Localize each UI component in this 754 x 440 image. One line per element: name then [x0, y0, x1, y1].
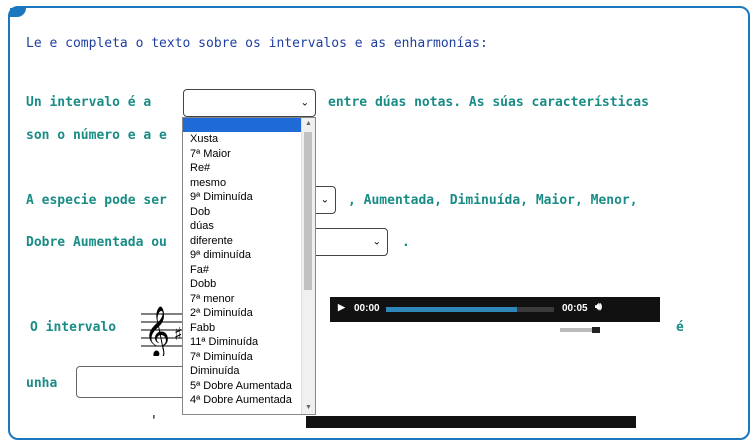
dropdown-option[interactable]: 9ª diminuída	[183, 248, 302, 263]
dropdown-option[interactable]: Re#	[183, 161, 302, 176]
line4-text-after: .	[402, 235, 410, 250]
dropdown-option[interactable]: 9ª Diminuída	[183, 190, 302, 205]
volume-slider-handle[interactable]	[592, 327, 600, 333]
interval-definition-select[interactable]: ⌄	[183, 89, 316, 117]
volume-slider[interactable]	[560, 327, 600, 333]
audio-current-time: 00:00	[354, 303, 380, 314]
chevron-down-icon: ⌄	[320, 194, 329, 206]
play-icon[interactable]: ▶	[338, 302, 345, 313]
dropdown-option-list: Xusta 7ª Maior Re# mesmo 9ª Diminuída Dob dúas…	[183, 118, 302, 408]
line1-text-after: entre dúas notas. As súas característica…	[328, 95, 649, 110]
line3-text-after: , Aumentada, Diminuída, Maior, Menor,	[348, 193, 638, 208]
line1-text-before: Un intervalo é a	[26, 95, 152, 110]
scroll-up-icon[interactable]: ▲	[302, 118, 315, 130]
audio-progress-fill	[386, 307, 518, 312]
dropdown-option[interactable]: Fabb	[183, 321, 302, 336]
instruction-text: Le e completa o texto sobre os intervalo…	[26, 36, 488, 51]
dropdown-option[interactable]: Dobb	[183, 277, 302, 292]
dropdown-option[interactable]: 7ª menor	[183, 292, 302, 307]
dropdown-option[interactable]: Diminuída	[183, 364, 302, 379]
dropdown-option[interactable]: dúas	[183, 219, 302, 234]
dropdown-option[interactable]: Fa#	[183, 263, 302, 278]
dropdown-option[interactable]: 7ª Diminuída	[183, 350, 302, 365]
dropdown-option[interactable]: mesmo	[183, 176, 302, 191]
dropdown-option[interactable]: 4ª Dobre Aumentada	[183, 393, 302, 408]
line5-text-before: O intervalo	[30, 320, 117, 335]
answer-text-input[interactable]	[76, 366, 186, 398]
line4-text-before: Dobre Aumentada ou	[26, 235, 167, 250]
line6-text: unha	[26, 376, 58, 391]
scroll-down-icon[interactable]: ▼	[302, 402, 315, 414]
dropdown-option[interactable]: Dob	[183, 205, 302, 220]
line5-text-after: é	[676, 320, 684, 335]
line2-text: son o número e a e	[26, 128, 167, 143]
dropdown-option[interactable]: diferente	[183, 234, 302, 249]
audio-seek-bar[interactable]	[386, 307, 554, 312]
line3-text-before: A especie pode ser	[26, 193, 167, 208]
audio-player-2[interactable]	[306, 416, 636, 428]
interval-options-dropdown[interactable]: Xusta 7ª Maior Re# mesmo 9ª Diminuída Dob dúas…	[182, 117, 316, 415]
dropdown-option[interactable]: 11ª Diminuída	[183, 335, 302, 350]
chevron-down-icon: ⌄	[372, 236, 381, 248]
line7-fragment: '	[150, 414, 158, 429]
dropdown-option[interactable]	[183, 118, 302, 132]
audio-player[interactable]: ▶ 00:00 00:05 🔊︎	[330, 297, 660, 322]
chevron-down-icon: ⌄	[300, 97, 309, 109]
dropdown-option[interactable]: 2ª Diminuída	[183, 306, 302, 321]
treble-clef-glyph: 𝄞	[144, 306, 170, 356]
audio-duration: 00:05	[562, 303, 588, 314]
dropdown-scrollbar[interactable]: ▲ ▼	[301, 118, 315, 414]
dropdown-option[interactable]: 5ª Dobre Aumentada	[183, 379, 302, 394]
scrollbar-thumb[interactable]	[304, 132, 312, 290]
dropdown-option[interactable]: Xusta	[183, 132, 302, 147]
volume-icon[interactable]: 🔊︎	[595, 301, 602, 314]
panel-corner-decoration	[10, 8, 26, 17]
dropdown-option[interactable]: 7ª Maior	[183, 147, 302, 162]
